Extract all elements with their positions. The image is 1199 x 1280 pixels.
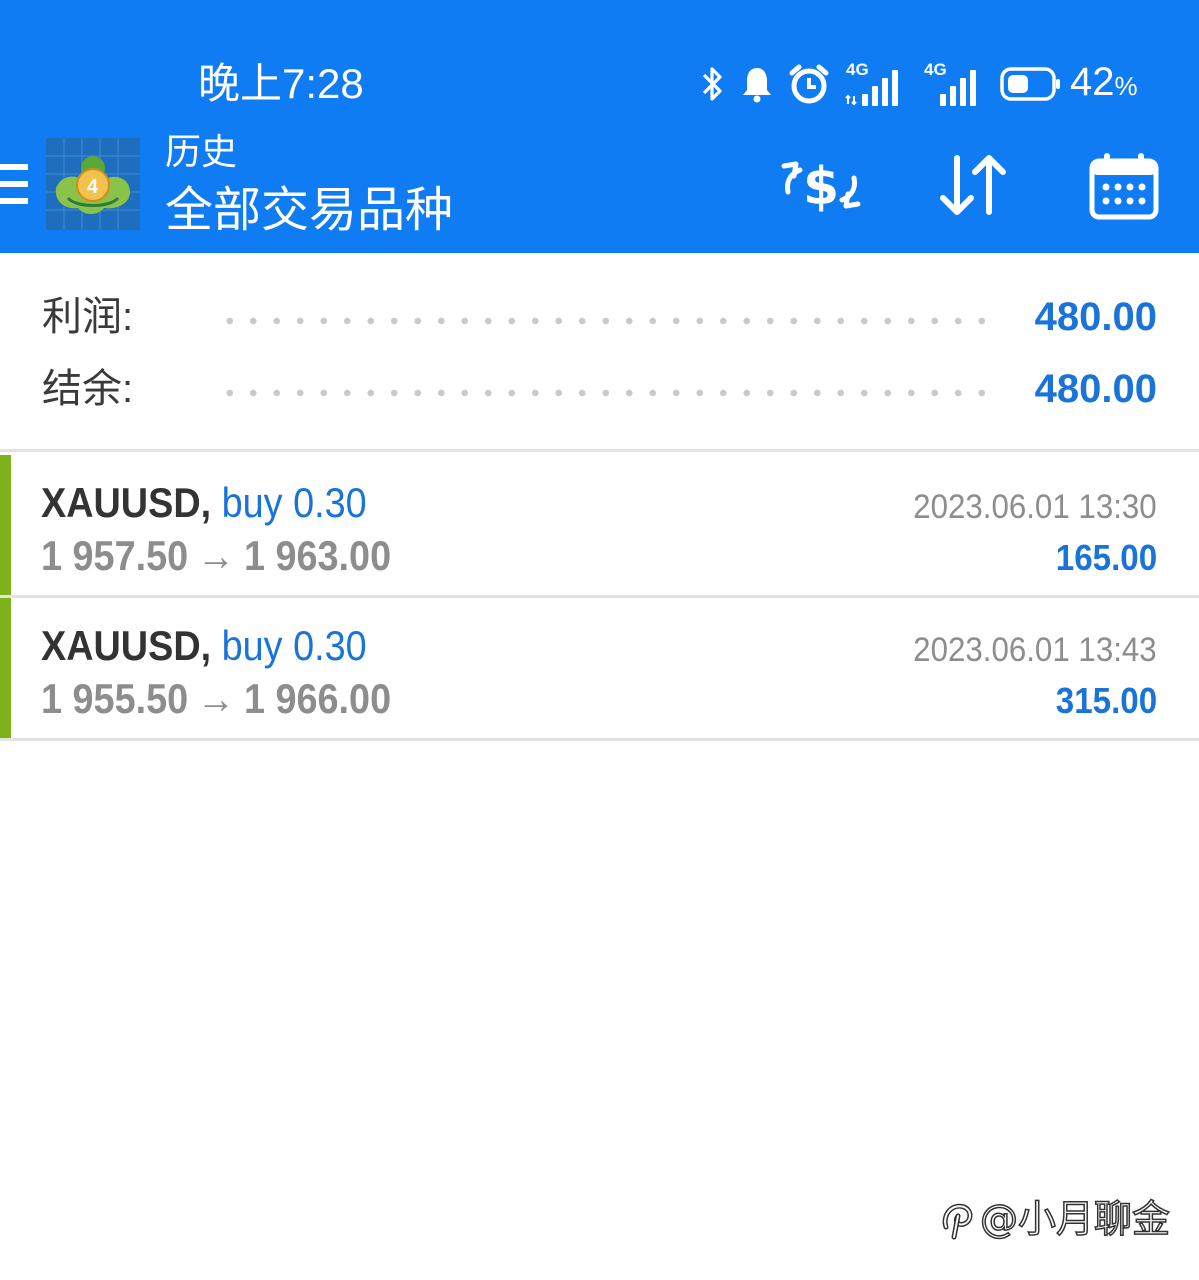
open-price: 1 957.50 [41,532,189,579]
menu-icon [0,164,28,170]
buy-indicator-stripe [0,598,11,738]
summary-panel: 利润: 480.00 结余: 480.00 [0,253,1199,450]
menu-button[interactable] [0,160,32,208]
arrow-right-icon: → [197,675,235,722]
bell-icon [740,64,774,104]
buy-indicator-stripe [0,455,11,595]
mt4-logo[interactable]: 4 [46,138,140,230]
menu-icon-bar [0,198,28,204]
bluetooth-icon [700,64,726,104]
symbol-filter-title[interactable]: 全部交易品种 [165,182,453,240]
trade-title: XAUUSD, buy 0.30 [41,620,367,672]
watermark-text: @小月聊金 [979,1196,1171,1242]
trade-prices: 1 955.50 → 1 966.00 [41,674,391,724]
balance-label: 结余: [42,367,134,411]
trade-row[interactable]: XAUUSD, buy 0.30 1 957.50 → 1 963.00 2023.… [0,455,1199,595]
divider [0,738,1199,741]
svg-text:$: $ [803,157,839,217]
trade-row[interactable]: XAUUSD, buy 0.30 1 955.50 → 1 966.00 2023.… [0,598,1199,738]
trade-symbol: XAUUSD, [41,479,212,526]
battery-icon [1000,65,1062,103]
status-time: 晚上7:28 [198,60,364,107]
trade-time: 2023.06.01 13:43 [913,631,1157,669]
battery-percent: 42% [1070,58,1138,110]
trade-time: 2023.06.01 13:30 [913,488,1157,526]
menu-icon-bar [0,181,28,187]
trade-profit: 315.00 [1055,680,1157,721]
profit-row: 利润: 480.00 [0,287,1199,347]
watermark: @小月聊金 [938,1194,1171,1244]
dotted-leader [218,389,1000,397]
currency-exchange-button[interactable]: $ [776,140,866,230]
trade-title: XAUUSD, buy 0.30 [41,477,367,529]
svg-text:4: 4 [87,176,99,198]
calendar-button[interactable] [1084,140,1164,230]
sort-button[interactable] [928,140,1018,230]
profit-label: 利润: [42,295,134,339]
trade-prices: 1 957.50 → 1 963.00 [41,531,391,581]
trade-side: buy [221,622,283,669]
trade-volume: 0.30 [293,622,367,669]
profit-value: 480.00 [1034,295,1157,339]
battery-percent-unit: % [1114,71,1138,101]
alarm-icon [788,63,830,105]
open-price: 1 955.50 [41,675,189,722]
sort-icon [940,155,1006,215]
trade-side: buy [221,479,283,526]
platform-logo-icon [942,1203,973,1240]
trade-symbol: XAUUSD, [41,622,212,669]
signal-icon: 4G [844,60,908,106]
app-root: 晚上7:28 4G 4G 42% 4 历史 全部交易品种 $ 利润: 480.0… [0,0,1199,1280]
trade-profit: 165.00 [1055,537,1157,578]
divider [0,449,1199,452]
close-price: 1 963.00 [243,532,392,579]
signal-icon: 4G [922,60,986,106]
dotted-leader [218,317,1000,325]
close-price: 1 966.00 [243,675,392,722]
app-header: 晚上7:28 4G 4G 42% 4 历史 全部交易品种 $ [0,0,1199,253]
status-icons: 4G 4G 42% [700,58,1138,110]
currency-exchange-icon: $ [781,157,861,217]
balance-value: 480.00 [1034,367,1157,411]
battery-percent-value: 42 [1070,60,1115,104]
arrow-right-icon: → [197,532,235,579]
trade-volume: 0.30 [293,479,367,526]
screen-title: 历史 [165,131,238,172]
balance-row: 结余: 480.00 [0,359,1199,419]
calendar-icon [1089,153,1159,220]
